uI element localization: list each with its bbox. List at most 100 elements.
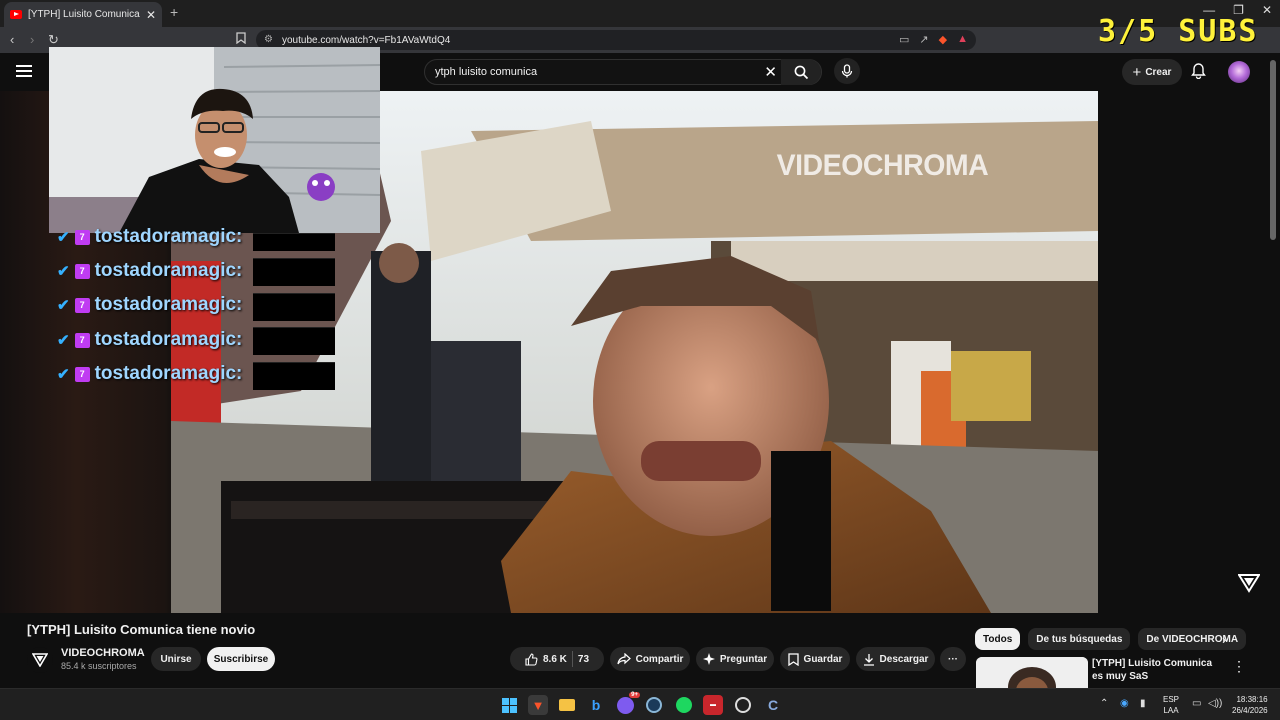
share-icon bbox=[616, 653, 631, 665]
chip-from-channel[interactable]: De VIDEOCHROMA bbox=[1138, 628, 1247, 650]
discord-icon[interactable]: 9+ bbox=[615, 692, 640, 715]
verified-check-icon: ✔ bbox=[57, 229, 70, 246]
recommendation-thumbnail-image bbox=[976, 657, 1088, 688]
tray-expand-icon[interactable]: ⌃ bbox=[1100, 698, 1108, 709]
clock-time: 18:38:16 bbox=[1236, 695, 1268, 704]
videochroma-logo-icon bbox=[1238, 574, 1260, 593]
share-button[interactable]: Compartir bbox=[610, 647, 690, 671]
join-button[interactable]: Unirse bbox=[151, 647, 201, 671]
tray-app-icon[interactable]: ◉ bbox=[1120, 698, 1129, 709]
ask-label: Preguntar bbox=[719, 653, 768, 665]
close-window-button[interactable]: ✕ bbox=[1262, 3, 1272, 17]
twitch-badge-icon: 7 bbox=[74, 297, 90, 313]
system-clock[interactable]: 18:38:16 26/4/2026 bbox=[1232, 694, 1268, 716]
like-button[interactable]: 8.6 K bbox=[525, 652, 567, 666]
bookmark-icon[interactable] bbox=[236, 32, 246, 47]
download-button[interactable]: Descargar bbox=[856, 647, 935, 671]
verified-check-icon: ✔ bbox=[57, 297, 70, 314]
subscribe-button[interactable]: Suscribirse bbox=[207, 647, 275, 671]
chat-username: tostadoramagic: bbox=[94, 294, 243, 315]
webcam-overlay bbox=[49, 47, 380, 233]
bing-icon[interactable]: b bbox=[586, 695, 606, 715]
media-app-icon[interactable]: ▬ bbox=[703, 695, 723, 715]
tab-close-icon[interactable]: ✕ bbox=[146, 8, 156, 22]
tab-title: [YTPH] Luisito Comunica tiene bbox=[28, 9, 142, 20]
like-divider bbox=[571, 651, 573, 667]
channel-logo-icon bbox=[32, 653, 48, 667]
chat-emote-image bbox=[253, 293, 335, 321]
ask-button[interactable]: Preguntar bbox=[696, 647, 774, 671]
steam-icon[interactable] bbox=[644, 695, 664, 715]
recommendation-chips: Todos De tus búsquedas De VIDEOCHROMA bbox=[975, 628, 1247, 650]
save-button[interactable]: Guardar bbox=[780, 647, 850, 671]
tray-mic-icon[interactable]: ▮ bbox=[1140, 698, 1146, 709]
brave-rewards-icon[interactable]: ▲ bbox=[957, 33, 968, 46]
site-settings-icon[interactable]: ⚙ bbox=[264, 34, 273, 45]
notifications-bell-icon[interactable] bbox=[1191, 62, 1206, 84]
clock-date: 26/4/2026 bbox=[1232, 706, 1268, 715]
microphone-icon bbox=[841, 64, 853, 78]
network-icon[interactable]: ▭ bbox=[1192, 698, 1201, 709]
chat-emote-image bbox=[253, 362, 335, 390]
reload-button[interactable]: ↻ bbox=[48, 32, 59, 48]
chip-from-searches[interactable]: De tus búsquedas bbox=[1028, 628, 1131, 650]
create-button[interactable]: + Crear bbox=[1122, 59, 1182, 85]
recommendation-title[interactable]: [YTPH] Luisito Comunica es muy SaS bbox=[1092, 657, 1216, 683]
recommendation-thumbnail[interactable] bbox=[976, 657, 1088, 688]
language-code: ESP bbox=[1163, 695, 1180, 704]
brave-browser-icon[interactable]: ▼ bbox=[528, 695, 548, 715]
search-input[interactable]: ytph luisito comunica bbox=[435, 66, 537, 78]
search-box[interactable]: ytph luisito comunica ✕ bbox=[424, 59, 822, 85]
start-menu-icon[interactable] bbox=[499, 695, 519, 715]
create-label: Crear bbox=[1145, 66, 1172, 78]
chat-username: tostadoramagic: bbox=[94, 363, 243, 384]
forward-button[interactable]: › bbox=[30, 32, 34, 47]
twitch-badge-icon: 7 bbox=[74, 229, 90, 245]
verified-check-icon: ✔ bbox=[57, 332, 70, 349]
chat-emote-image bbox=[253, 327, 335, 355]
plus-icon: + bbox=[1132, 63, 1142, 81]
share-page-icon[interactable]: ↗ bbox=[919, 33, 928, 46]
chat-username: tostadoramagic: bbox=[94, 329, 243, 350]
dislike-count[interactable]: 73 bbox=[578, 654, 589, 665]
obs-icon[interactable] bbox=[733, 695, 753, 715]
chat-message: ✔ 7 tostadoramagic: bbox=[57, 222, 242, 252]
save-label: Guardar bbox=[803, 653, 843, 665]
more-actions-button[interactable]: ··· bbox=[940, 647, 966, 671]
clear-search-icon[interactable]: ✕ bbox=[764, 63, 777, 81]
chat-username: tostadoramagic: bbox=[94, 226, 243, 247]
page-scrollbar[interactable] bbox=[1270, 60, 1276, 240]
video-watermark: VIDEOCHROMA bbox=[776, 149, 989, 182]
ccleaner-icon[interactable]: C bbox=[763, 695, 783, 715]
channel-avatar[interactable] bbox=[27, 647, 53, 673]
spotify-icon[interactable] bbox=[674, 695, 694, 715]
voice-search-button[interactable] bbox=[834, 58, 860, 84]
like-dislike-group: 8.6 K 73 bbox=[510, 647, 604, 671]
avatar[interactable] bbox=[1228, 61, 1250, 83]
chat-message: ✔ 7 tostadoramagic: bbox=[57, 290, 242, 320]
chip-todos[interactable]: Todos bbox=[975, 628, 1021, 650]
back-button[interactable]: ‹ bbox=[10, 32, 14, 47]
browser-tab[interactable]: [YTPH] Luisito Comunica tiene ✕ bbox=[4, 2, 162, 27]
file-explorer-icon[interactable] bbox=[557, 695, 577, 715]
search-button[interactable] bbox=[781, 59, 821, 85]
chat-message: ✔ 7 tostadoramagic: bbox=[57, 325, 242, 355]
brave-shield-icon[interactable]: ◆ bbox=[939, 33, 947, 46]
twitch-badge-icon: 7 bbox=[74, 332, 90, 348]
recommendation-menu-icon[interactable]: ⋮ bbox=[1232, 658, 1246, 675]
share-label: Compartir bbox=[635, 653, 684, 665]
new-tab-button[interactable]: + bbox=[170, 4, 178, 20]
url-text: youtube.com/watch?v=Fb1AVaWtdQ4 bbox=[282, 34, 451, 46]
search-icon bbox=[794, 65, 808, 79]
volume-icon[interactable]: ◁)) bbox=[1208, 698, 1222, 709]
bookmark-save-icon bbox=[787, 652, 799, 666]
channel-name[interactable]: VIDEOCHROMA bbox=[61, 647, 145, 659]
chevron-right-icon[interactable]: › bbox=[1222, 632, 1226, 647]
chat-username: tostadoramagic: bbox=[94, 260, 243, 281]
input-language-indicator[interactable]: ESP LAA bbox=[1163, 694, 1179, 716]
menu-icon[interactable] bbox=[16, 65, 32, 80]
like-count: 8.6 K bbox=[542, 653, 567, 665]
cast-icon[interactable]: ▭ bbox=[899, 33, 909, 46]
twitch-badge-icon: 7 bbox=[74, 366, 90, 382]
download-icon bbox=[863, 653, 874, 666]
